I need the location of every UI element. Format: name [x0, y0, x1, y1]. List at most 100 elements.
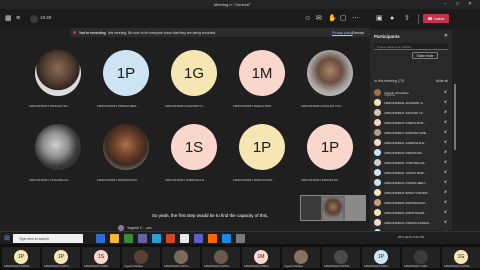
video-thumbnail[interactable]: 1S 1MSC5156021 SAMIK... — [82, 247, 120, 268]
taskbar-app-icon[interactable] — [152, 234, 161, 243]
rooms-icon[interactable]: ▢ — [340, 14, 347, 23]
chat-icon[interactable]: ✉ — [316, 14, 322, 23]
participant-name: 1MSC5156021 ASHLA... — [164, 265, 191, 268]
close-icon[interactable]: ✕ — [468, 1, 472, 7]
participant-tile[interactable]: 1M 1MSC5156021 DHEVA MUK... — [229, 40, 297, 112]
participant-name: 1MSC5156021 PARSH... — [204, 265, 231, 268]
taskbar-app-icon[interactable] — [222, 234, 231, 243]
taskbar-app-icon[interactable] — [236, 234, 245, 243]
participant-row[interactable]: 1MSC5156021 DHEVA MUK... ✘ — [374, 118, 448, 128]
participant-avatar: 1G — [454, 250, 468, 264]
taskbar-app-icon[interactable] — [138, 234, 147, 243]
participant-name: 1MSC5156021 PARSHUKAM... — [384, 200, 428, 205]
participant-avatar — [103, 124, 149, 170]
taskbar-app-icon[interactable] — [194, 234, 203, 243]
call-timer: 19:40 — [40, 15, 52, 20]
mic-icon[interactable]: ● — [390, 14, 394, 23]
participant-search-input[interactable]: Type a name or a number — [374, 43, 448, 50]
mic-muted-icon: ✘ — [443, 210, 447, 214]
participant-avatar — [374, 219, 381, 226]
participant-row[interactable]: 1MSC5156021 PRAVIN KUMAR... ✘ — [374, 218, 448, 228]
participant-tile[interactable]: 1MSC5156031 PARSHUKAM... — [93, 114, 161, 186]
taskbar-app-icon[interactable] — [110, 234, 119, 243]
participant-row[interactable]: Yogesh Chandran ✘ Organizer — [374, 88, 448, 98]
share-invite-button[interactable]: Share invite — [412, 52, 438, 59]
participant-row[interactable]: 1MSC5156021 YASHU BARI... ✘ — [374, 168, 448, 178]
participant-name: 1MSC5156021 PRISHA MEN... — [97, 104, 139, 108]
grid-icon[interactable]: ▦ — [5, 14, 12, 23]
participant-row[interactable]: 1MSC5156021 PARTHASAR... ✘ — [374, 208, 448, 218]
windows-taskbar: ⊞ Type here to search 25°C ENG 3:21 PM — [0, 231, 480, 244]
video-thumbnail[interactable]: 1MSC5156021 ROSHA... — [322, 247, 360, 268]
video-thumbnail[interactable]: 1P 1MSC5156021 PRISHA... — [2, 247, 40, 268]
participant-tile[interactable]: 1G 1MSC5156021 AGHAMIV S... — [161, 40, 229, 112]
mic-muted-icon: ✘ — [443, 160, 447, 164]
video-thumbnail[interactable]: 1M 1MSC5156021 DHEVA... — [242, 247, 280, 268]
maximize-icon[interactable]: □ — [456, 1, 459, 6]
participant-row[interactable]: 1MSC5156021 PRISHA MEN... ✘ — [374, 178, 448, 188]
participant-avatar: 1G — [171, 50, 217, 96]
participant-tile[interactable]: 1MSC5156021 YASH BALAS... — [25, 114, 93, 186]
taskbar-app-icon[interactable] — [180, 234, 189, 243]
video-thumbnail[interactable]: 1P 1MSC5156021 PRAVI... — [362, 247, 400, 268]
participant-avatar: 1M — [239, 50, 285, 96]
participants-icon[interactable]: ☺ — [304, 14, 311, 23]
scrollbar-thumb[interactable] — [454, 84, 456, 150]
taskbar-app-icon[interactable] — [96, 234, 105, 243]
participant-tile[interactable]: 1MSC5156017 ROSHAN SU... — [25, 40, 93, 112]
leave-button[interactable]: ☎ Leave — [423, 14, 449, 23]
title-bar: Meeting in "General" – □ ✕ — [0, 0, 480, 9]
participant-row[interactable]: 1MSC5156021 SAMIKSHA E... ✘ — [374, 138, 448, 148]
participant-tile[interactable]: 1P 1MSC5156021 PARTHASAR... — [229, 114, 297, 186]
video-thumbnail[interactable]: 1MSC5156021 YASH... — [402, 247, 440, 268]
recording-indicator-icon — [30, 15, 38, 23]
participant-row[interactable]: 1MSC5156021 PRAVIN BA... ✘ — [374, 148, 448, 158]
video-thumbnail[interactable]: 1G 1MSC5156021 AGHAM... — [442, 247, 480, 268]
participant-name: 1MSC5156021 DHEVA MUK... — [384, 120, 427, 125]
video-frame — [345, 196, 365, 220]
privacy-policy-link[interactable]: Privacy policy — [332, 31, 353, 35]
in-meeting-section[interactable]: In this meeting (73) Mute all — [374, 79, 448, 83]
speaker-name: Yogesh C... pm — [127, 226, 152, 230]
share-invite-row: Share invite — [374, 52, 448, 60]
more-icon[interactable]: ⋯ — [352, 14, 359, 23]
participant-tile[interactable]: 1P 1MSC5156021 PRAVIN BA... — [297, 114, 365, 186]
participant-tile[interactable]: 1MSC5156021 ASHLAM YAO... — [297, 40, 365, 112]
participant-name: 1MSC5156021 DHEVA MUK... — [233, 104, 274, 108]
app-menu-icon[interactable]: ≡ — [16, 14, 20, 23]
video-thumbnail[interactable]: 1P 1MSC5156021 PARTH... — [42, 247, 80, 268]
share-icon[interactable]: ⇧ — [404, 14, 410, 23]
participant-row[interactable]: 1MSC5156021 BHAVY PANDIT... ✘ — [374, 188, 448, 198]
reactions-icon[interactable]: ✋ — [328, 14, 337, 23]
leave-label: Leave — [433, 16, 445, 21]
participant-row[interactable]: 1MSC5156021 ASHLAM YA... ✘ — [374, 108, 448, 118]
minimize-icon[interactable]: – — [444, 1, 447, 6]
dismiss-button[interactable]: Dismiss — [352, 31, 364, 35]
participant-row[interactable]: 1MSC5156017 ROSHAN SHE... ✘ — [374, 128, 448, 138]
self-video-preview[interactable] — [300, 195, 366, 221]
close-panel-icon[interactable]: ✕ — [444, 33, 448, 39]
mute-all-button[interactable]: Mute all — [436, 79, 448, 83]
windows-start-icon[interactable]: ⊞ — [4, 235, 10, 242]
video-thumbnail[interactable]: 1MSC5156021 PARSH... — [202, 247, 240, 268]
taskbar-app-icon[interactable] — [124, 234, 133, 243]
camera-icon[interactable]: ▣ — [376, 14, 383, 23]
participant-tile[interactable]: 1S 1MSC5156021 SAMIKSHA E... — [161, 114, 229, 186]
recording-title: You're recording — [79, 30, 106, 35]
participant-list: Yogesh Chandran ✘ Organizer 1MSC5156021 AGH… — [374, 88, 448, 248]
participant-row[interactable]: 1MSC5156021 YASH BALAS... ✘ — [374, 158, 448, 168]
participant-name: 1MSC5156021 YASHU BARI... — [384, 170, 427, 175]
participant-avatar — [374, 109, 381, 116]
participant-avatar: 1S — [94, 250, 108, 264]
participant-avatar — [374, 89, 381, 96]
participant-tile[interactable]: 1P 1MSC5156021 PRISHA MEN... — [93, 40, 161, 112]
video-thumbnail[interactable]: 1MSC5156021 ASHLA... — [162, 247, 200, 268]
video-thumbnail[interactable]: Yogesh Chandran — [122, 247, 160, 268]
participant-row[interactable]: 1MSC5156021 AGHAMIV S... ✘ — [374, 98, 448, 108]
taskbar-search-input[interactable]: Type here to search — [13, 234, 83, 243]
participant-row[interactable]: 1MSC5156021 PARSHUKAM... ✘ — [374, 198, 448, 208]
system-tray: 25°C ENG 3:21 PM — [398, 235, 425, 239]
taskbar-app-icon[interactable] — [208, 234, 217, 243]
taskbar-app-icon[interactable] — [166, 234, 175, 243]
video-thumbnail[interactable]: Yogesh Chandran — [282, 247, 320, 268]
